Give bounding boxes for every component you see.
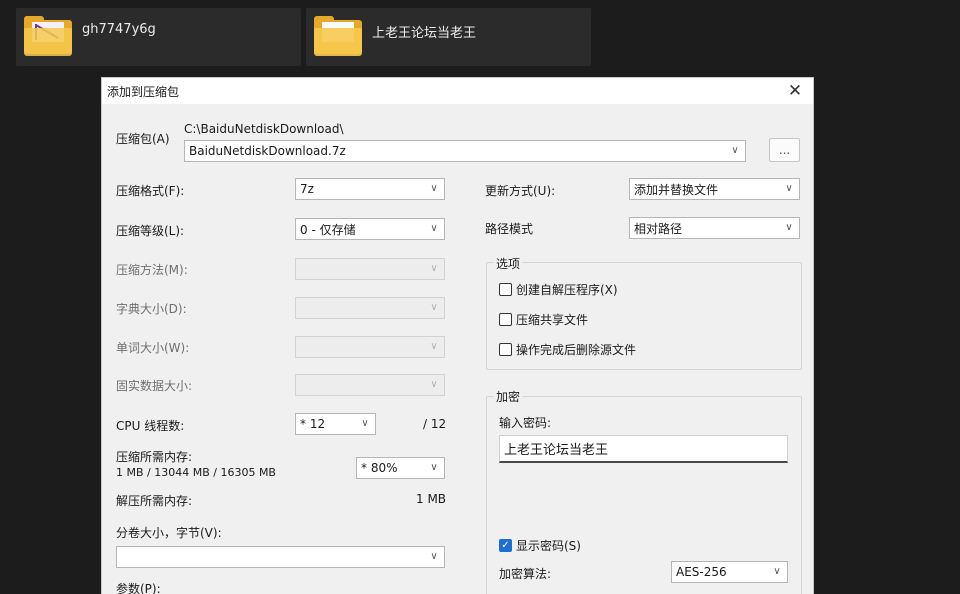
update-value: 添加并替换文件 <box>634 182 719 197</box>
memory-label: 压缩所需内存: <box>116 450 193 464</box>
chevron-down-icon: ∨ <box>785 183 793 194</box>
pathmode-value: 相对路径 <box>634 221 683 236</box>
shared-files-checkbox[interactable]: 压缩共享文件 <box>499 311 588 328</box>
chevron-down-icon: ∨ <box>430 302 438 313</box>
update-select[interactable]: 添加并替换文件 ∨ <box>629 178 800 200</box>
folder-name: 上老王论坛当老王 <box>372 26 477 41</box>
decompress-value: 1 MB <box>416 492 447 506</box>
close-icon[interactable]: ✕ <box>785 81 805 101</box>
chevron-down-icon: ∨ <box>430 263 438 274</box>
chevron-down-icon: ∨ <box>785 222 793 233</box>
memory-select[interactable]: * 80% ∨ <box>356 457 445 479</box>
level-label: 压缩等级(L): <box>116 224 185 238</box>
chevron-down-icon: ∨ <box>430 462 438 473</box>
archive-filename-combo[interactable]: BaiduNetdiskDownload.7z ∨ <box>184 140 746 162</box>
algorithm-label: 加密算法: <box>499 567 552 581</box>
sfx-label: 创建自解压程序(X) <box>516 283 618 297</box>
chevron-down-icon: ∨ <box>773 566 781 577</box>
word-label: 单词大小(W): <box>116 341 190 355</box>
folder-name: gh7747y6g <box>82 22 156 37</box>
checkbox-box[interactable] <box>499 283 512 296</box>
chevron-down-icon: ∨ <box>731 145 739 156</box>
method-label: 压缩方法(M): <box>116 263 188 277</box>
options-title: 选项 <box>494 255 523 272</box>
chevron-down-icon: ∨ <box>430 379 438 390</box>
level-select[interactable]: 0 - 仅存储 ∨ <box>295 218 445 240</box>
algorithm-value: AES-256 <box>676 565 727 579</box>
archive-filename: BaiduNetdiskDownload.7z <box>189 144 346 158</box>
delete-after-label: 操作完成后删除源文件 <box>516 343 637 357</box>
browse-button[interactable]: ... <box>769 138 800 162</box>
chevron-down-icon: ∨ <box>361 418 369 429</box>
add-to-archive-dialog: 添加到压缩包 ✕ 压缩包(A) C:\BaiduNetdiskDownload\… <box>101 77 814 594</box>
pathmode-label: 路径模式 <box>485 222 534 236</box>
dict-select[interactable]: ∨ <box>295 297 445 319</box>
dialog-titlebar: 添加到压缩包 ✕ <box>102 78 813 104</box>
decompress-label: 解压所需内存: <box>116 494 193 508</box>
update-label: 更新方式(U): <box>485 184 556 198</box>
checkmark-icon[interactable]: ✓ <box>499 539 512 552</box>
format-select[interactable]: 7z ∨ <box>295 178 445 200</box>
format-label: 压缩格式(F): <box>116 184 185 198</box>
chevron-down-icon: ∨ <box>430 183 438 194</box>
chevron-down-icon: ∨ <box>430 551 438 562</box>
volume-select[interactable]: ∨ <box>116 546 445 568</box>
method-select[interactable]: ∨ <box>295 258 445 280</box>
archive-path: C:\BaiduNetdiskDownload\ <box>184 122 344 136</box>
sfx-checkbox[interactable]: 创建自解压程序(X) <box>499 281 618 298</box>
dialog-title: 添加到压缩包 <box>107 84 180 99</box>
show-password-checkbox[interactable]: ✓ 显示密码(S) <box>499 537 581 554</box>
folder-tile-1[interactable]: gh7747y6g <box>16 8 301 66</box>
chevron-down-icon: ∨ <box>430 341 438 352</box>
folder-icon <box>314 16 362 56</box>
cpu-max: / 12 <box>423 417 447 431</box>
memory-detail: 1 MB / 13044 MB / 16305 MB <box>116 466 276 479</box>
password-value: 上老王论坛当老王 <box>504 443 609 458</box>
password-label: 输入密码: <box>499 416 552 430</box>
password-input[interactable]: 上老王论坛当老王 <box>499 435 788 463</box>
params-label: 参数(P): <box>116 582 161 594</box>
archive-label: 压缩包(A) <box>116 132 170 146</box>
algorithm-select[interactable]: AES-256 ∨ <box>671 561 788 583</box>
dict-label: 字典大小(D): <box>116 302 187 316</box>
cpu-label: CPU 线程数: <box>116 419 185 433</box>
memory-value: * 80% <box>361 461 398 475</box>
cpu-value: * 12 <box>300 417 326 431</box>
delete-after-checkbox[interactable]: 操作完成后删除源文件 <box>499 341 636 358</box>
encryption-title: 加密 <box>494 388 523 405</box>
volume-label: 分卷大小，字节(V): <box>116 526 222 540</box>
solid-select[interactable]: ∨ <box>295 374 445 396</box>
show-password-label: 显示密码(S) <box>516 539 581 553</box>
folder-tile-2[interactable]: 上老王论坛当老王 <box>306 8 591 66</box>
chevron-down-icon: ∨ <box>430 223 438 234</box>
word-select[interactable]: ∨ <box>295 336 445 358</box>
shared-files-label: 压缩共享文件 <box>516 313 589 327</box>
format-value: 7z <box>300 182 314 196</box>
solid-label: 固实数据大小: <box>116 379 193 393</box>
folder-icon <box>24 16 72 56</box>
level-value: 0 - 仅存储 <box>300 222 356 237</box>
cpu-select[interactable]: * 12 ∨ <box>295 413 376 435</box>
checkbox-box[interactable] <box>499 313 512 326</box>
checkbox-box[interactable] <box>499 343 512 356</box>
pathmode-select[interactable]: 相对路径 ∨ <box>629 217 800 239</box>
